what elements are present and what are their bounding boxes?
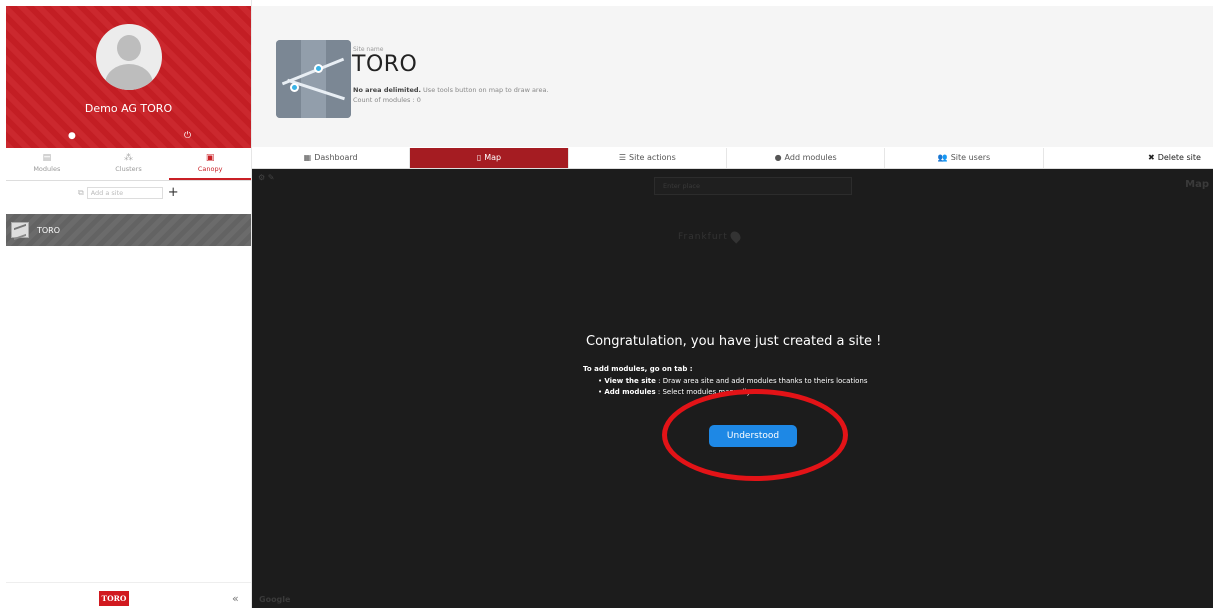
close-icon: ✖	[1147, 153, 1155, 162]
add-site-button[interactable]: +	[168, 186, 179, 199]
module-count: Count of modules : 0	[353, 96, 421, 104]
dialog-intro: To add modules, go on tab :	[583, 365, 693, 373]
avatar-head-shape	[117, 35, 141, 61]
tab-map[interactable]: ▯ Map	[409, 148, 568, 168]
site-area-status-rest: Use tools button on map to draw area.	[420, 86, 549, 94]
tab-delete-site[interactable]: ✖ Delete site	[1042, 148, 1213, 168]
page-title: TORO	[352, 52, 418, 77]
map-tools-icon[interactable]: ⚙ ✎	[258, 173, 274, 182]
dashboard-icon: ▦	[303, 153, 312, 162]
sidebar-item-label: TORO	[37, 225, 61, 235]
location-pin-icon	[314, 64, 323, 73]
map-search-input[interactable]: Enter place	[654, 177, 852, 195]
site-search-input[interactable]	[86, 186, 163, 199]
site-area-status: No area delimited. Use tools button on m…	[353, 86, 549, 94]
tab-canopy[interactable]: ▣ Canopy	[169, 149, 252, 180]
user-icon[interactable]: ●	[68, 130, 76, 142]
dialog-item-bold: View the site	[604, 377, 656, 385]
site-search-row: ⧉ +	[78, 186, 179, 199]
sidebar-tabs: ▤ Modules ⁂ Clusters ▣ Canopy	[6, 149, 252, 181]
dialog-item-text: : Select modules manually	[655, 388, 751, 396]
tab-add-modules-label: Add modules	[784, 153, 837, 162]
users-icon: 👥	[937, 153, 948, 162]
tab-site-users[interactable]: 👥 Site users	[884, 148, 1042, 168]
map-icon: ▯	[476, 153, 482, 162]
google-logo: Google	[259, 595, 291, 604]
site-map-icon	[11, 222, 29, 238]
tab-site-users-label: Site users	[950, 153, 991, 162]
collapse-sidebar-button[interactable]: «	[232, 592, 239, 605]
site-map-icon	[276, 40, 351, 118]
tab-canopy-label: Canopy	[197, 165, 223, 173]
location-pin-icon	[290, 83, 299, 92]
tab-delete-site-label: Delete site	[1157, 153, 1201, 162]
sidebar: Demo AG TORO ● ⏻ ▤ Modules ⁂ Clusters ▣ …	[0, 0, 252, 608]
dialog-item-view-site: • View the site : Draw area site and add…	[598, 377, 868, 385]
map-marker-icon	[728, 229, 743, 244]
profile-actions: ● ⏻	[6, 130, 251, 142]
tab-modules-label: Modules	[33, 165, 61, 173]
canopy-icon: ▣	[205, 153, 215, 163]
map-fold	[301, 40, 326, 118]
site-header: Site name TORO No area delimited. Use to…	[252, 6, 1213, 147]
sliders-icon: ☰	[618, 153, 627, 162]
tab-clusters-label: Clusters	[115, 165, 142, 173]
tab-dashboard-label: Dashboard	[314, 153, 358, 162]
filter-icon: ⧉	[78, 187, 84, 197]
dialog-item-bold: Add modules	[604, 388, 656, 396]
avatar[interactable]	[96, 24, 162, 90]
tab-site-actions-label: Site actions	[629, 153, 676, 162]
map-canvas[interactable]: ⚙ ✎ Enter place Map Frankfurt Google Con…	[252, 169, 1213, 608]
plus-circle-icon: ●	[774, 153, 782, 162]
app-root: Demo AG TORO ● ⏻ ▤ Modules ⁂ Clusters ▣ …	[0, 0, 1213, 608]
module-icon: ▤	[42, 153, 52, 163]
dialog-title: Congratulation, you have just created a …	[586, 334, 882, 349]
cluster-icon: ⁂	[124, 153, 133, 163]
map-place-label: Frankfurt	[678, 229, 743, 244]
map-place-text: Frankfurt	[678, 232, 728, 242]
map-fold	[326, 40, 351, 118]
site-area-status-bold: No area delimited.	[353, 86, 421, 94]
map-type-selector[interactable]: Map	[1185, 179, 1209, 190]
tab-map-label: Map	[484, 153, 502, 162]
dialog-item-add-modules: • Add modules : Select modules manually	[598, 388, 751, 396]
avatar-body-shape	[105, 64, 153, 90]
profile-name: Demo AG TORO	[84, 102, 173, 115]
tab-add-modules[interactable]: ● Add modules	[725, 148, 884, 168]
power-icon[interactable]: ⏻	[184, 130, 191, 142]
profile-panel: Demo AG TORO ● ⏻	[6, 6, 251, 148]
sidebar-item-toro[interactable]: TORO	[6, 214, 251, 246]
site-tabs: ▦ Dashboard ▯ Map ☰ Site actions ● Add modul…	[252, 148, 1213, 169]
tab-modules[interactable]: ▤ Modules	[6, 149, 88, 180]
tab-clusters[interactable]: ⁂ Clusters	[88, 149, 170, 180]
toro-logo: TORO	[99, 591, 129, 606]
tab-site-actions[interactable]: ☰ Site actions	[567, 148, 726, 168]
tab-dashboard[interactable]: ▦ Dashboard	[252, 148, 409, 168]
dialog-item-text: : Draw area site and add modules thanks …	[655, 377, 868, 385]
understood-button[interactable]: Understood	[709, 425, 797, 447]
sidebar-footer: TORO «	[6, 582, 251, 608]
